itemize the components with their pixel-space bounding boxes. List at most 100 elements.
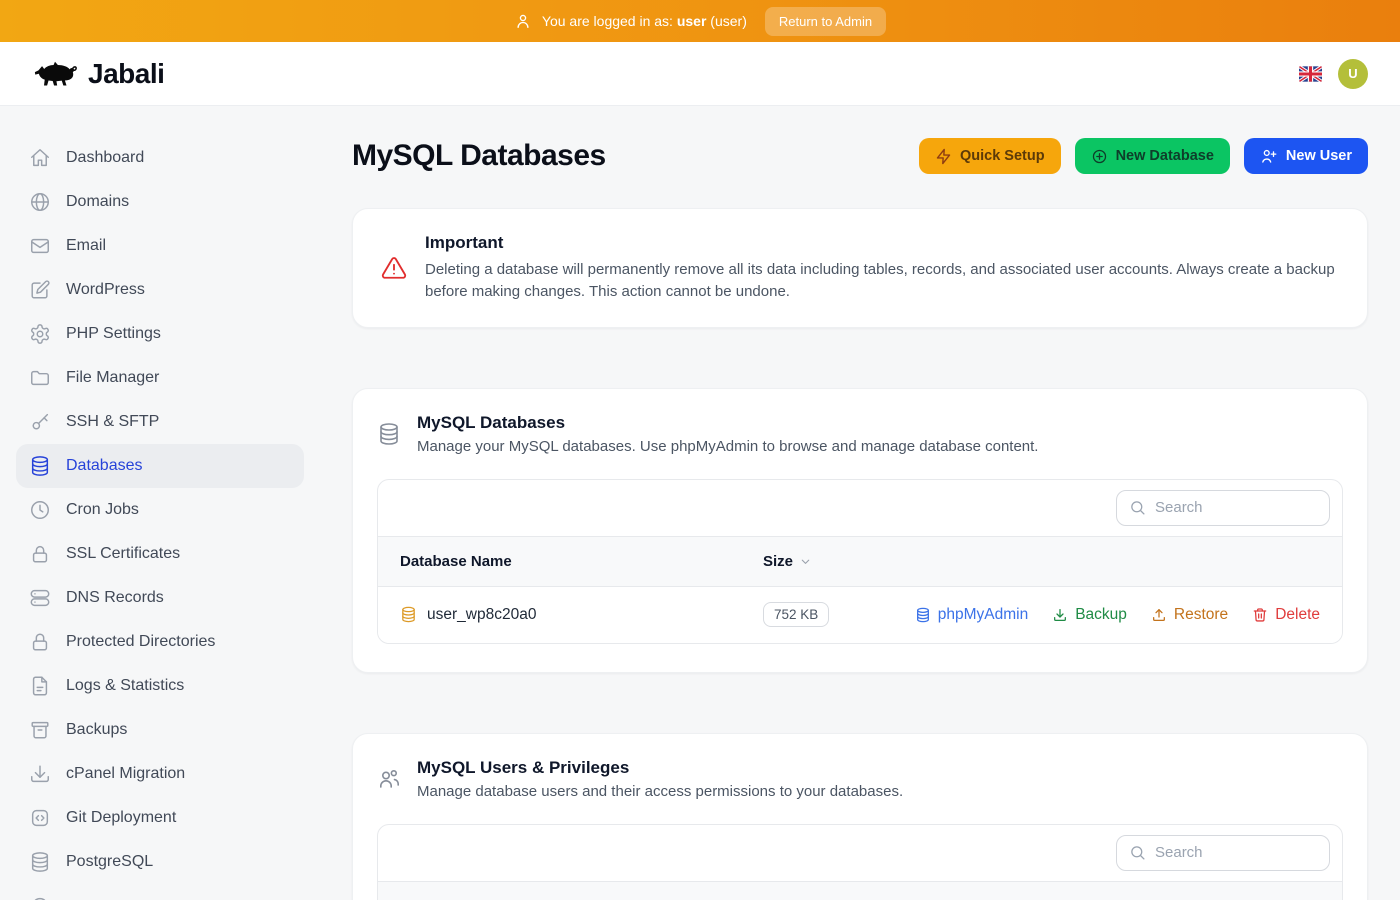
warning-triangle-icon [381,255,407,281]
sidebar: Dashboard Domains Email WordPress PHP Se… [0,106,320,900]
user-avatar[interactable]: U [1338,59,1368,89]
partial-item-icon [29,895,51,900]
sidebar-item-label: File Manager [66,369,159,387]
delete-link[interactable]: Delete [1252,606,1320,624]
upload-icon [1151,607,1167,623]
clock-icon [29,499,51,521]
sidebar-item-databases[interactable]: Databases [16,444,304,488]
sidebar-item-git-deployment[interactable]: Git Deployment [16,796,304,840]
code-square-icon [29,807,51,829]
sidebar-item-label: Domains [66,193,129,211]
sidebar-item-partial[interactable] [16,884,304,900]
brand-name: Jabali [88,58,164,90]
lock-icon [29,543,51,565]
download-icon [29,763,51,785]
app-header: Jabali U [0,42,1400,106]
databases-section-card: MySQL Databases Manage your MySQL databa… [352,388,1368,673]
user-plus-icon [1260,147,1278,165]
sidebar-item-backups[interactable]: Backups [16,708,304,752]
sidebar-item-label: Logs & Statistics [66,677,184,695]
sidebar-item-ssh-sftp[interactable]: SSH & SFTP [16,400,304,444]
sidebar-item-email[interactable]: Email [16,224,304,268]
database-icon [29,851,51,873]
sidebar-item-dns-records[interactable]: DNS Records [16,576,304,620]
sidebar-item-domains[interactable]: Domains [16,180,304,224]
notice-title: Important [425,233,1339,253]
globe-icon [29,191,51,213]
table-row: user_wp8c20a0 752 KB phpMyAdmin Backup [378,587,1342,643]
brand-logo[interactable]: Jabali [32,57,164,91]
sidebar-item-ssl-certificates[interactable]: SSL Certificates [16,532,304,576]
quick-setup-button[interactable]: Quick Setup [919,138,1061,174]
users-search-input[interactable] [1155,844,1317,861]
sidebar-item-label: Email [66,237,106,255]
folder-icon [29,367,51,389]
users-search[interactable] [1116,835,1330,871]
backup-link[interactable]: Backup [1052,606,1127,624]
sidebar-item-label: cPanel Migration [66,765,185,783]
important-notice-card: Important Deleting a database will perma… [352,208,1368,328]
restore-link[interactable]: Restore [1151,606,1228,624]
impersonated-username: user [677,13,707,29]
sidebar-item-label: DNS Records [66,589,164,607]
key-icon [29,411,51,433]
database-icon [915,607,931,623]
chevron-down-icon [799,555,812,568]
new-database-button[interactable]: New Database [1075,138,1230,174]
section-title: MySQL Users & Privileges [417,758,903,778]
users-section-card: MySQL Users & Privileges Manage database… [352,733,1368,900]
section-description: Manage database users and their access p… [417,783,903,800]
impersonation-bar: You are logged in as: user (user) Return… [0,0,1400,42]
sidebar-item-label: SSH & SFTP [66,413,159,431]
sidebar-item-label: Dashboard [66,149,144,167]
sidebar-item-dashboard[interactable]: Dashboard [16,136,304,180]
lock-icon [29,631,51,653]
column-header-database-name: Database Name [400,553,763,570]
size-badge: 752 KB [763,602,829,627]
new-user-label: New User [1286,148,1352,164]
sidebar-item-label: Databases [66,457,143,475]
new-user-button[interactable]: New User [1244,138,1368,174]
user-icon [514,12,532,30]
sidebar-item-postgresql[interactable]: PostgreSQL [16,840,304,884]
gear-icon [29,323,51,345]
main-content: MySQL Databases Quick Setup New Database… [320,106,1400,900]
sidebar-item-label: WordPress [66,281,145,299]
databases-table: Database Name Size user_wp8c20a0 752 KB [377,479,1343,644]
sidebar-item-wordpress[interactable]: WordPress [16,268,304,312]
return-to-admin-button[interactable]: Return to Admin [765,7,886,36]
sidebar-item-logs-statistics[interactable]: Logs & Statistics [16,664,304,708]
column-header-size[interactable]: Size [763,553,1320,570]
sidebar-item-cron-jobs[interactable]: Cron Jobs [16,488,304,532]
databases-search-input[interactable] [1155,499,1317,516]
quick-setup-label: Quick Setup [960,148,1045,164]
impersonation-message: You are logged in as: user (user) [542,13,747,29]
sidebar-item-file-manager[interactable]: File Manager [16,356,304,400]
section-description: Manage your MySQL databases. Use phpMyAd… [417,438,1038,455]
sidebar-item-label: SSL Certificates [66,545,180,563]
database-icon [29,455,51,477]
sidebar-item-php-settings[interactable]: PHP Settings [16,312,304,356]
home-icon [29,147,51,169]
page-title: MySQL Databases [352,139,606,173]
file-text-icon [29,675,51,697]
database-name-cell: user_wp8c20a0 [400,606,763,624]
database-icon [377,422,401,446]
language-flag-icon[interactable] [1299,66,1322,82]
trash-icon [1252,607,1268,623]
sidebar-item-cpanel-migration[interactable]: cPanel Migration [16,752,304,796]
databases-search[interactable] [1116,490,1330,526]
section-title: MySQL Databases [417,413,1038,433]
new-database-label: New Database [1116,148,1214,164]
pencil-square-icon [29,279,51,301]
database-icon [400,606,417,623]
search-icon [1129,844,1146,861]
search-icon [1129,499,1146,516]
notice-body: Deleting a database will permanently rem… [425,259,1339,303]
sidebar-item-label: Git Deployment [66,809,176,827]
boar-icon [32,57,78,91]
phpmyadmin-link[interactable]: phpMyAdmin [915,606,1028,624]
download-icon [1052,607,1068,623]
archive-icon [29,719,51,741]
sidebar-item-protected-directories[interactable]: Protected Directories [16,620,304,664]
